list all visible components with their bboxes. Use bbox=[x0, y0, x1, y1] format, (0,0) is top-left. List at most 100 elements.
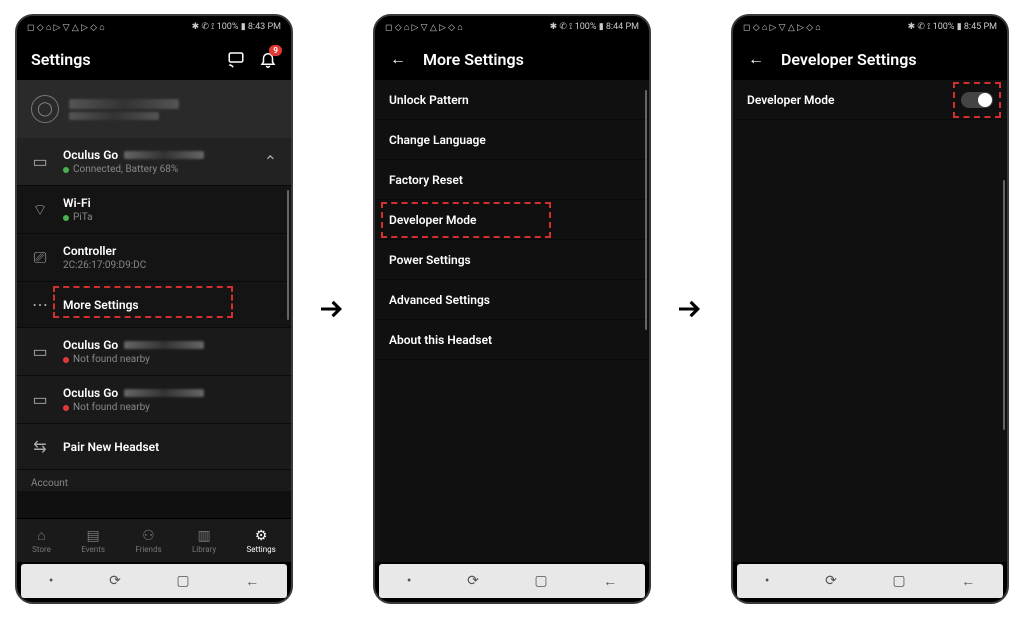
more-settings-row[interactable]: ⋯ More Settings bbox=[17, 282, 291, 328]
controller-row[interactable]: ⎚ Controller 2C:26:17:09:D9:DC bbox=[17, 234, 291, 282]
profile-name-redacted bbox=[69, 99, 179, 109]
status-dot-green bbox=[63, 167, 69, 173]
device-name-redacted bbox=[124, 389, 204, 397]
developer-mode-row[interactable]: Developer Mode bbox=[375, 200, 649, 240]
device-status: Not found nearby bbox=[73, 354, 150, 365]
status-dot-green bbox=[63, 215, 69, 221]
nav-dot-icon[interactable]: • bbox=[407, 573, 412, 589]
tab-store[interactable]: ⌂Store bbox=[32, 527, 51, 554]
more-settings-label: More Settings bbox=[63, 298, 277, 312]
item-label: Advanced Settings bbox=[389, 293, 490, 307]
header: ← More Settings bbox=[375, 38, 649, 80]
tab-label: Settings bbox=[247, 545, 276, 554]
scrollbar[interactable] bbox=[1003, 180, 1005, 430]
nav-dot-icon[interactable]: • bbox=[765, 573, 770, 589]
library-icon: ▥ bbox=[197, 528, 210, 544]
nav-back-icon[interactable]: ← bbox=[961, 573, 975, 590]
power-settings-row[interactable]: Power Settings bbox=[375, 240, 649, 280]
device-oculus-go[interactable]: ▭ Oculus Go Connected, Battery 68% ⌃ bbox=[17, 138, 291, 186]
tab-label: Friends bbox=[135, 545, 161, 554]
more-icon: ⋯ bbox=[31, 295, 49, 314]
status-icons-left: ◻ ◇ ⌂ ▷ ▽ △ ▷ ◇ ⌂ bbox=[27, 22, 105, 33]
android-nav-bar: • ⟳ ▢ ← bbox=[21, 564, 287, 598]
back-arrow-icon[interactable]: ← bbox=[389, 50, 407, 68]
status-bar: ◻ ◇ ⌂ ▷ ▽ △ ▷ ◇ ⌂ ✱ ✆ ⟟ 100% ▮ 8:43 PM bbox=[17, 16, 291, 38]
device-status: Not found nearby bbox=[73, 402, 150, 413]
item-label: Developer Mode bbox=[747, 93, 835, 107]
tab-label: Events bbox=[81, 545, 105, 554]
wifi-label: Wi-Fi bbox=[63, 196, 277, 210]
headset-icon: ▭ bbox=[31, 152, 49, 171]
phone-screen-1: ◻ ◇ ⌂ ▷ ▽ △ ▷ ◇ ⌂ ✱ ✆ ⟟ 100% ▮ 8:43 PM S… bbox=[15, 14, 293, 604]
content-area: ◯ ▭ Oculus Go Connected, Battery 68% ⌃ ⌔… bbox=[17, 80, 291, 518]
status-right: ✱ ✆ ⟟ 100% ▮ 8:44 PM bbox=[550, 22, 639, 32]
status-icons-left: ◻ ◇ ⌂ ▷ ▽ △ ▷ ◇ ⌂ bbox=[385, 22, 463, 33]
item-label: Power Settings bbox=[389, 253, 471, 267]
device-name: Oculus Go bbox=[63, 148, 118, 162]
arrow-icon bbox=[671, 289, 711, 329]
developer-mode-toggle-row[interactable]: Developer Mode bbox=[733, 80, 1007, 120]
tab-label: Library bbox=[192, 545, 216, 554]
phone-screen-3: ◻ ◇ ⌂ ▷ ▽ △ ▷ ◇ ⌂ ✱ ✆ ⟟ 100% ▮ 8:45 PM ←… bbox=[731, 14, 1009, 604]
tab-library[interactable]: ▥Library bbox=[192, 528, 216, 554]
device-status: Connected, Battery 68% bbox=[73, 164, 178, 175]
item-label: Unlock Pattern bbox=[389, 93, 469, 107]
device-name-redacted bbox=[124, 151, 204, 159]
back-arrow-icon[interactable]: ← bbox=[747, 50, 765, 68]
phone-screen-2: ◻ ◇ ⌂ ▷ ▽ △ ▷ ◇ ⌂ ✱ ✆ ⟟ 100% ▮ 8:44 PM ←… bbox=[373, 14, 651, 604]
change-language-row[interactable]: Change Language bbox=[375, 120, 649, 160]
item-label: Factory Reset bbox=[389, 173, 463, 187]
nav-recents-icon[interactable]: ⟳ bbox=[467, 573, 479, 589]
headset-icon: ▭ bbox=[31, 342, 49, 361]
nav-back-icon[interactable]: ← bbox=[603, 573, 617, 590]
pair-new-headset-row[interactable]: ⇆ Pair New Headset bbox=[17, 424, 291, 470]
page-title: Developer Settings bbox=[781, 50, 993, 69]
unlock-pattern-row[interactable]: Unlock Pattern bbox=[375, 80, 649, 120]
developer-mode-toggle[interactable] bbox=[961, 92, 993, 108]
events-icon: ▤ bbox=[86, 528, 99, 544]
content-area: Developer Mode bbox=[733, 80, 1007, 562]
scrollbar[interactable] bbox=[645, 90, 647, 330]
nav-recents-icon[interactable]: ⟳ bbox=[825, 573, 837, 589]
profile-section[interactable]: ◯ bbox=[17, 80, 291, 138]
arrow-icon bbox=[313, 289, 353, 329]
header: Settings 9 bbox=[17, 38, 291, 80]
factory-reset-row[interactable]: Factory Reset bbox=[375, 160, 649, 200]
chevron-up-icon: ⌃ bbox=[264, 152, 277, 171]
tab-label: Store bbox=[32, 545, 51, 554]
item-label: Change Language bbox=[389, 133, 486, 147]
tab-events[interactable]: ▤Events bbox=[81, 528, 105, 554]
store-icon: ⌂ bbox=[37, 527, 45, 544]
nav-home-icon[interactable]: ▢ bbox=[534, 573, 547, 589]
wifi-ssid: PiTa bbox=[73, 212, 93, 223]
controller-mac: 2C:26:17:09:D9:DC bbox=[63, 260, 277, 271]
notifications-icon[interactable]: 9 bbox=[259, 50, 277, 68]
item-label: Developer Mode bbox=[389, 213, 477, 227]
status-right: ✱ ✆ ⟟ 100% ▮ 8:45 PM bbox=[908, 22, 997, 32]
nav-home-icon[interactable]: ▢ bbox=[892, 573, 905, 589]
scrollbar[interactable] bbox=[287, 190, 289, 320]
friends-icon: ⚇ bbox=[142, 528, 155, 544]
header: ← Developer Settings bbox=[733, 38, 1007, 80]
wifi-row[interactable]: ⌔ Wi-Fi PiTa bbox=[17, 186, 291, 234]
tab-settings[interactable]: ⚙Settings bbox=[247, 528, 276, 554]
cast-icon[interactable] bbox=[227, 50, 245, 68]
settings-icon: ⚙ bbox=[255, 528, 268, 544]
tab-friends[interactable]: ⚇Friends bbox=[135, 528, 161, 554]
nav-back-icon[interactable]: ← bbox=[245, 573, 259, 590]
item-label: About this Headset bbox=[389, 333, 492, 347]
device-other-1[interactable]: ▭ Oculus Go Not found nearby bbox=[17, 328, 291, 376]
account-section-label: Account bbox=[17, 470, 291, 491]
device-name: Oculus Go bbox=[63, 338, 118, 352]
controller-icon: ⎚ bbox=[31, 248, 49, 268]
advanced-settings-row[interactable]: Advanced Settings bbox=[375, 280, 649, 320]
controller-label: Controller bbox=[63, 244, 277, 258]
nav-home-icon[interactable]: ▢ bbox=[176, 573, 189, 589]
nav-recents-icon[interactable]: ⟳ bbox=[109, 573, 121, 589]
page-title: More Settings bbox=[423, 50, 635, 69]
nav-dot-icon[interactable]: • bbox=[49, 573, 54, 589]
about-headset-row[interactable]: About this Headset bbox=[375, 320, 649, 360]
pair-icon: ⇆ bbox=[31, 437, 49, 456]
device-other-2[interactable]: ▭ Oculus Go Not found nearby bbox=[17, 376, 291, 424]
status-dot-red bbox=[63, 357, 69, 363]
